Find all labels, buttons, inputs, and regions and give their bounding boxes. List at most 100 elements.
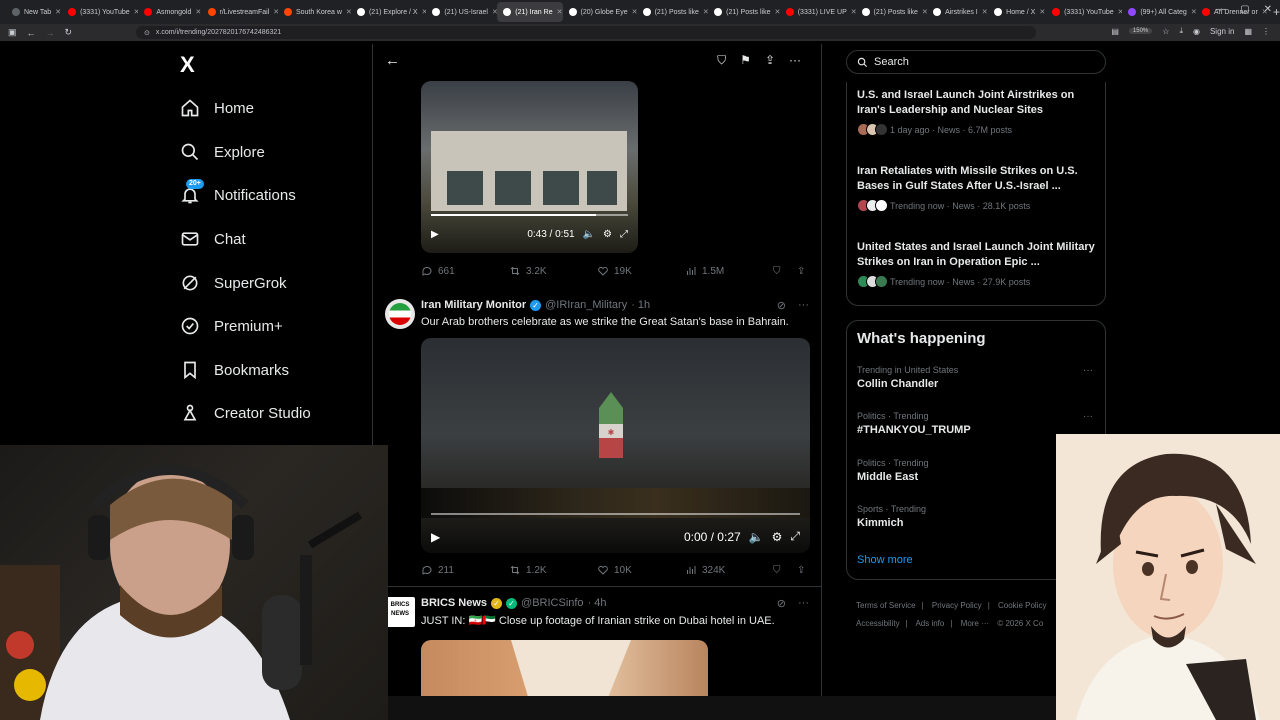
news-item[interactable]: United States and Israel Launch Joint Mi… — [857, 240, 1097, 288]
settings-icon[interactable]: ⚙ — [603, 229, 612, 240]
play-icon[interactable]: ▶ — [431, 530, 440, 544]
browser-tab[interactable]: (3331) LIVE UP ✕ — [780, 2, 856, 22]
bookmark-icon[interactable]: ⛉ — [773, 266, 781, 277]
browser-tab[interactable]: (21) Explore / X ✕ — [351, 2, 426, 22]
avatar[interactable] — [385, 299, 415, 329]
bookmark-icon[interactable]: ⛉ — [773, 565, 781, 576]
browser-tab[interactable]: (21) Posts like ✕ — [856, 2, 927, 22]
footer-link[interactable]: Ads info — [915, 619, 944, 628]
trend-item[interactable]: Politics · Trending #THANKYOU_TRUMP ··· — [857, 411, 1097, 436]
settings-icon[interactable]: ⚙ — [772, 530, 783, 544]
tab-close-icon[interactable]: ✕ — [851, 8, 856, 16]
menu-icon[interactable]: ⋮ — [1262, 27, 1270, 36]
author-handle[interactable]: @BRICSinfo — [521, 597, 584, 609]
video-player[interactable]: ✱ ▶ 0:00 / 0:27 🔈 ⚙ ⤢ — [421, 338, 810, 553]
grok-icon[interactable]: ⊘ — [777, 299, 786, 312]
browser-tab[interactable]: r/LivestreamFail ✕ — [202, 2, 278, 22]
more-icon[interactable]: ··· — [1083, 365, 1093, 376]
browser-tab[interactable]: Home / X ✕ — [988, 2, 1046, 22]
footer-link[interactable]: More ··· — [961, 619, 989, 628]
volume-icon[interactable]: 🔈 — [749, 530, 764, 544]
browser-tab[interactable]: New Tab ✕ — [6, 2, 62, 22]
bookmark-icon[interactable]: ⛉ — [717, 53, 726, 68]
maximize-icon[interactable]: ▢ — [1240, 4, 1249, 15]
browser-tab[interactable]: (3331) YouTube ✕ — [1046, 2, 1122, 22]
video-progress-track[interactable] — [431, 214, 628, 216]
x-logo[interactable]: X — [180, 52, 195, 78]
star-icon[interactable]: ☆ — [1162, 27, 1169, 36]
nav-item-bookmarks[interactable]: Bookmarks — [180, 356, 289, 384]
cast-icon[interactable]: ▤ — [1111, 27, 1119, 36]
zoom-level[interactable]: 150% — [1128, 28, 1153, 34]
browser-tab[interactable]: Asmongold ✕ — [138, 2, 201, 22]
share-icon[interactable]: ⇪ — [797, 266, 805, 277]
tab-close-icon[interactable]: ✕ — [632, 8, 637, 16]
browser-tab[interactable]: (20) Globe Eye ✕ — [563, 2, 637, 22]
tab-close-icon[interactable]: ✕ — [775, 8, 780, 16]
browser-tab[interactable]: Airstrikes I ✕ — [927, 2, 988, 22]
like-button[interactable]: 19K — [597, 265, 632, 277]
forward-arrow-icon[interactable]: → — [46, 28, 55, 38]
play-icon[interactable]: ▶ — [431, 229, 439, 240]
repost-button[interactable]: 3.2K — [509, 265, 547, 277]
footer-link[interactable]: Privacy Policy — [932, 601, 982, 610]
more-icon[interactable]: ··· — [1083, 411, 1093, 422]
extensions-icon[interactable]: ▦ — [1244, 27, 1252, 36]
views-button[interactable]: 324K — [685, 564, 725, 576]
back-arrow-icon[interactable]: ← — [27, 28, 36, 38]
browser-tab[interactable]: (99+) All Categ ✕ — [1122, 2, 1196, 22]
browser-tab[interactable]: (21) Iran Re ✕ — [497, 2, 563, 22]
footer-link[interactable]: Terms of Service — [856, 601, 916, 610]
fullscreen-icon[interactable]: ⤢ — [790, 529, 800, 544]
author-name[interactable]: Iran Military Monitor — [421, 299, 526, 311]
profile-icon[interactable]: ◉ — [1193, 27, 1200, 36]
more-icon[interactable]: ··· — [798, 299, 809, 312]
close-window-icon[interactable]: ✕ — [1264, 4, 1272, 15]
tab-close-icon[interactable]: ✕ — [982, 8, 988, 16]
nav-item-supergrok[interactable]: SuperGrok — [180, 269, 287, 297]
repost-button[interactable]: 1.2K — [509, 564, 547, 576]
author-name[interactable]: BRICS News — [421, 597, 487, 609]
share-icon[interactable]: ⇪ — [765, 53, 775, 68]
reload-icon[interactable]: ↻ — [65, 27, 73, 38]
nav-item-home[interactable]: Home — [180, 94, 254, 122]
more-icon[interactable]: ··· — [789, 53, 801, 68]
minimize-icon[interactable]: — — [1216, 4, 1226, 15]
video-progress-track[interactable] — [431, 513, 800, 515]
tab-close-icon[interactable]: ✕ — [557, 8, 563, 16]
footer-link[interactable]: Accessibility — [856, 619, 900, 628]
back-arrow-icon[interactable]: ← — [385, 52, 400, 69]
browser-tab[interactable]: South Korea w ✕ — [278, 2, 351, 22]
reply-button[interactable]: 661 — [421, 265, 455, 277]
video-thumbnail[interactable] — [421, 640, 708, 700]
volume-icon[interactable]: 🔈 — [583, 229, 595, 240]
tab-close-icon[interactable]: ✕ — [195, 8, 201, 16]
download-icon[interactable]: ⤓ — [1179, 26, 1183, 36]
news-item[interactable]: U.S. and Israel Launch Joint Airstrikes … — [857, 88, 1097, 136]
nav-item-premium[interactable]: Premium+ — [180, 312, 283, 340]
search-box[interactable]: Search — [846, 50, 1106, 74]
share-icon[interactable]: ⇪ — [797, 565, 805, 576]
signin-label[interactable]: Sign in — [1210, 27, 1234, 36]
fullscreen-icon[interactable]: ⤢ — [620, 229, 628, 240]
author-handle[interactable]: @IRIran_Military — [545, 299, 627, 311]
browser-tab[interactable]: (21) US-Israel ✕ — [426, 2, 497, 22]
tab-close-icon[interactable]: ✕ — [1039, 8, 1045, 16]
video-player[interactable]: ▶ 0:43 / 0:51 🔈 ⚙ ⤢ — [421, 81, 638, 253]
avatar[interactable]: BRICS NEWS — [385, 597, 415, 627]
like-button[interactable]: 10K — [597, 564, 632, 576]
browser-tab[interactable]: (21) Posts like ✕ — [637, 2, 708, 22]
nav-item-creator-studio[interactable]: Creator Studio — [180, 399, 311, 427]
tab-close-icon[interactable]: ✕ — [55, 8, 61, 16]
address-bar[interactable]: ⊙ x.com/i/trending/2027820176742486321 — [136, 26, 1036, 39]
nav-item-explore[interactable]: Explore — [180, 138, 265, 166]
browser-tab[interactable]: (3331) YouTube ✕ — [62, 2, 138, 22]
reply-button[interactable]: 211 — [421, 564, 454, 576]
new-tab-icon[interactable]: + — [1273, 5, 1280, 19]
views-button[interactable]: 1.5M — [685, 265, 724, 277]
grok-icon[interactable]: ⊘ — [777, 597, 786, 610]
nav-item-chat[interactable]: Chat — [180, 225, 246, 253]
trend-item[interactable]: Trending in United States Collin Chandle… — [857, 365, 1097, 390]
browser-tab[interactable]: (21) Posts like ✕ — [708, 2, 780, 22]
show-more-link[interactable]: Show more — [857, 554, 913, 566]
